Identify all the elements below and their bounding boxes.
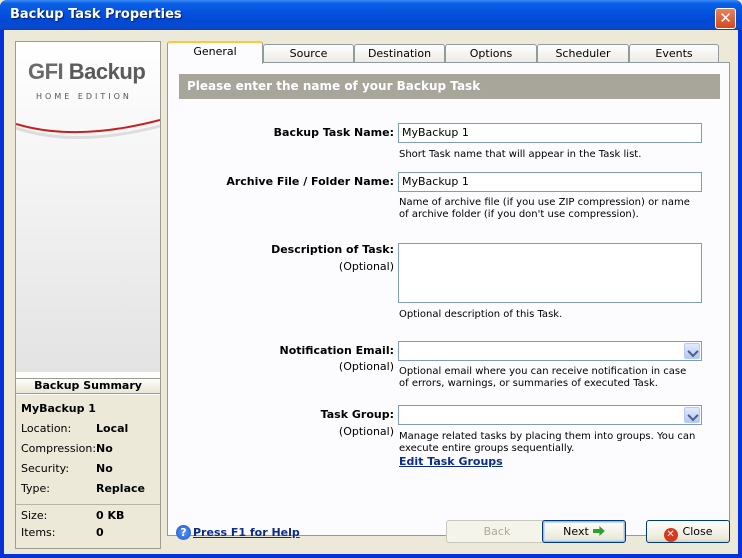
tab-events[interactable]: Events <box>629 44 719 62</box>
backup-summary-header: Backup Summary <box>16 378 160 394</box>
dropdown-arrow-icon[interactable] <box>684 407 700 423</box>
next-arrow-icon <box>592 526 605 536</box>
notification-email-hint: Optional email where you can receive not… <box>399 366 687 389</box>
logo-product: Backup <box>68 59 146 84</box>
tab-general[interactable]: General <box>167 41 263 64</box>
tab-options[interactable]: Options <box>445 44 537 62</box>
description-textarea[interactable] <box>398 243 702 303</box>
next-button-label: Next <box>563 525 589 538</box>
sidebar: GFI Backup HOME EDITION Backup Summary M… <box>15 41 161 549</box>
notification-email-optional: (Optional) <box>338 360 394 373</box>
close-button[interactable]: ✕ Close <box>646 520 730 543</box>
tab-source[interactable]: Source <box>263 44 354 62</box>
task-group-hint: Manage related tasks by placing them int… <box>399 431 696 454</box>
dropdown-arrow-icon[interactable] <box>684 343 700 359</box>
general-tab-panel: Please enter the name of your Backup Tas… <box>167 62 730 536</box>
task-name-label: Backup Task Name: <box>273 126 394 139</box>
back-button[interactable]: Back <box>446 520 548 543</box>
title-bar[interactable]: Backup Task Properties ✕ <box>0 0 742 30</box>
logo-swoosh <box>16 119 160 140</box>
help-icon: ? <box>176 525 191 540</box>
summary-task-name: MyBackup 1 <box>21 402 96 415</box>
window-close-button[interactable]: ✕ <box>715 8 736 29</box>
task-group-optional: (Optional) <box>338 425 394 438</box>
tab-scheduler[interactable]: Scheduler <box>537 44 629 62</box>
backup-task-properties-window: Backup Task Properties ✕ GFI Backup HOME… <box>0 0 742 558</box>
edit-task-groups-link[interactable]: Edit Task Groups <box>399 455 503 468</box>
summary-divider <box>16 504 160 505</box>
task-group-combo[interactable] <box>398 405 702 425</box>
help-text[interactable]: Press F1 for Help <box>193 526 300 539</box>
close-button-label: Close <box>682 525 713 538</box>
task-name-input[interactable]: MyBackup 1 <box>398 123 702 143</box>
archive-name-label: Archive File / Folder Name: <box>226 175 394 188</box>
tab-destination[interactable]: Destination <box>354 44 445 62</box>
logo-edition: HOME EDITION <box>36 92 132 101</box>
notification-email-combo[interactable] <box>398 341 702 361</box>
description-hint: Optional description of this Task. <box>399 309 563 320</box>
close-x-icon: ✕ <box>663 528 678 542</box>
archive-name-hint: Name of archive file (if you use ZIP com… <box>399 197 690 220</box>
backup-summary: MyBackup 1 Location: Local Compression: No… <box>16 395 160 548</box>
close-icon: ✕ <box>719 9 732 27</box>
section-banner: Please enter the name of your Backup Tas… <box>179 74 720 99</box>
archive-name-input[interactable]: MyBackup 1 <box>398 172 702 192</box>
logo-brand: GFI <box>28 59 64 84</box>
notification-email-label: Notification Email: <box>279 344 394 357</box>
window-title: Backup Task Properties <box>10 7 182 22</box>
description-optional: (Optional) <box>338 260 394 273</box>
product-logo: GFI Backup <box>28 59 146 85</box>
task-group-label: Task Group: <box>320 408 394 421</box>
description-label: Description of Task: <box>271 243 394 256</box>
logo-area: GFI Backup HOME EDITION <box>16 42 160 372</box>
dialog-client-area: GFI Backup HOME EDITION Backup Summary M… <box>4 30 738 554</box>
next-button[interactable]: Next <box>542 520 626 543</box>
task-name-hint: Short Task name that will appear in the … <box>399 149 642 160</box>
